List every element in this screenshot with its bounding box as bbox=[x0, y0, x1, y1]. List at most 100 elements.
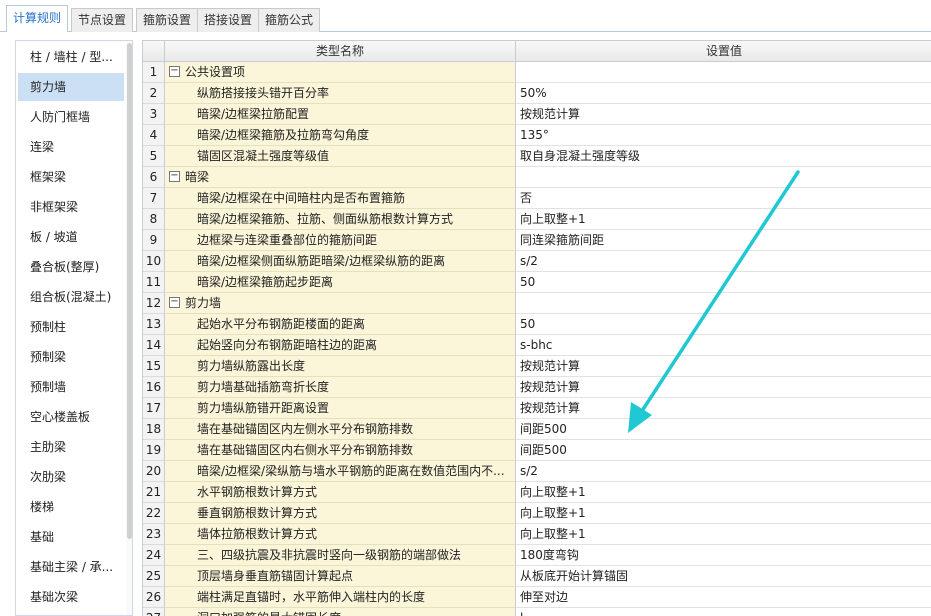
table-row[interactable]: 17 剪力墙纵筋错开距离设置 按规范计算 bbox=[143, 398, 931, 419]
table-row[interactable]: 19 墙在基础锚固区内右侧水平分布钢筋排数 间距500 bbox=[143, 440, 931, 461]
type-name-cell: 起始竖向分布钢筋距暗柱边的距离 bbox=[165, 335, 516, 356]
sidebar-item[interactable]: 基础主梁 / 承... bbox=[18, 553, 124, 581]
setting-value-cell[interactable]: 同连梁箍筋间距 bbox=[516, 230, 931, 251]
setting-value-cell[interactable]: s-bhc bbox=[516, 335, 931, 356]
setting-value-cell[interactable]: 按规范计算 bbox=[516, 377, 931, 398]
table-row[interactable]: 10 暗梁/边框梁侧面纵筋距暗梁/边框梁纵筋的距离 s/2 bbox=[143, 251, 931, 272]
setting-value-cell[interactable]: 按规范计算 bbox=[516, 356, 931, 377]
sidebar-item[interactable]: 预制梁 bbox=[18, 343, 124, 371]
setting-value-cell[interactable]: s/2 bbox=[516, 251, 931, 272]
table-row[interactable]: 9 边框梁与连梁重叠部位的箍筋间距 同连梁箍筋间距 bbox=[143, 230, 931, 251]
setting-value-cell[interactable]: 向上取整+1 bbox=[516, 524, 931, 545]
table-row[interactable]: 14 起始竖向分布钢筋距暗柱边的距离 s-bhc bbox=[143, 335, 931, 356]
sidebar-scrollbar-thumb[interactable] bbox=[127, 43, 132, 539]
setting-value-cell[interactable]: 50% bbox=[516, 83, 931, 104]
sidebar-item[interactable]: 剪力墙 bbox=[18, 73, 124, 101]
header-type-name[interactable]: 类型名称 bbox=[165, 41, 516, 61]
sidebar-item[interactable]: 基础次梁 bbox=[18, 583, 124, 611]
table-row[interactable]: 18 墙在基础锚固区内左侧水平分布钢筋排数 间距500 bbox=[143, 419, 931, 440]
table-row[interactable]: 3 暗梁/边框梁拉筋配置 按规范计算 bbox=[143, 104, 931, 125]
tab-stirrup-formula[interactable]: 箍筋公式 bbox=[258, 8, 321, 32]
table-row[interactable]: 7 暗梁/边框梁在中间暗柱内是否布置箍筋 否 bbox=[143, 188, 931, 209]
collapse-toggle-icon[interactable]: − bbox=[169, 66, 180, 77]
sidebar-item[interactable]: 人防门框墙 bbox=[18, 103, 124, 131]
table-row[interactable]: 4 暗梁/边框梁箍筋及拉筋弯勾角度 135° bbox=[143, 125, 931, 146]
sidebar-item[interactable]: 框架梁 bbox=[18, 163, 124, 191]
sidebar-item[interactable]: 次肋梁 bbox=[18, 463, 124, 491]
setting-value-cell[interactable]: 否 bbox=[516, 188, 931, 209]
tab-calculation-rules[interactable]: 计算规则 bbox=[6, 5, 69, 32]
setting-value-cell[interactable]: 向上取整+1 bbox=[516, 482, 931, 503]
sidebar-item[interactable]: 预制柱 bbox=[18, 313, 124, 341]
type-name-text: 纵筋搭接接头错开百分率 bbox=[197, 86, 330, 100]
sidebar-item[interactable]: 空心楼盖板 bbox=[18, 403, 124, 431]
setting-value-cell[interactable]: 取自身混凝土强度等级 bbox=[516, 146, 931, 167]
group-row[interactable]: 12− 剪力墙 bbox=[143, 293, 931, 314]
collapse-toggle-icon[interactable]: − bbox=[169, 171, 180, 182]
setting-value-cell[interactable]: 向上取整+1 bbox=[516, 209, 931, 230]
type-name-cell: 墙在基础锚固区内左侧水平分布钢筋排数 bbox=[165, 419, 516, 440]
sidebar-item[interactable]: 预制墙 bbox=[18, 373, 124, 401]
setting-value-cell[interactable]: 135° bbox=[516, 125, 931, 146]
type-name-cell: 暗梁/边框梁拉筋配置 bbox=[165, 104, 516, 125]
type-name-text: 水平钢筋根数计算方式 bbox=[197, 485, 318, 499]
table-row[interactable]: 2 纵筋搭接接头错开百分率 50% bbox=[143, 83, 931, 104]
row-number: 3 bbox=[143, 104, 165, 125]
row-number: 21 bbox=[143, 482, 165, 503]
table-row[interactable]: 13 起始水平分布钢筋距楼面的距离 50 bbox=[143, 314, 931, 335]
setting-value-cell[interactable]: 按规范计算 bbox=[516, 104, 931, 125]
sidebar-item[interactable]: 叠合板(整厚) bbox=[18, 253, 124, 281]
table-row[interactable]: 5 锚固区混凝土强度等级值 取自身混凝土强度等级 bbox=[143, 146, 931, 167]
group-row[interactable]: 1− 公共设置项 bbox=[143, 62, 931, 83]
setting-value-cell[interactable]: l bbox=[516, 608, 931, 616]
table-row[interactable]: 22 垂直钢筋根数计算方式 向上取整+1 bbox=[143, 503, 931, 524]
table-row[interactable]: 21 水平钢筋根数计算方式 向上取整+1 bbox=[143, 482, 931, 503]
table-row[interactable]: 15 剪力墙纵筋露出长度 按规范计算 bbox=[143, 356, 931, 377]
tab-node-settings[interactable]: 节点设置 bbox=[71, 8, 134, 32]
table-row[interactable]: 20 暗梁/边框梁/梁纵筋与墙水平钢筋的距离在数值范围内不... s/2 bbox=[143, 461, 931, 482]
table-row[interactable]: 23 墙体拉筋根数计算方式 向上取整+1 bbox=[143, 524, 931, 545]
component-type-list[interactable]: 柱 / 墙柱 / 型... 剪力墙 人防门框墙 连梁 框架梁 非框架梁板 / 坡道 叠合板(… bbox=[15, 40, 133, 616]
sidebar-item[interactable]: 组合板(混凝土) bbox=[18, 283, 124, 311]
setting-value-cell[interactable]: 按规范计算 bbox=[516, 398, 931, 419]
table-row[interactable]: 25 顶层墙身垂直筋锚固计算起点 从板底开始计算锚固 bbox=[143, 566, 931, 587]
type-name-cell: 边框梁与连梁重叠部位的箍筋间距 bbox=[165, 230, 516, 251]
sidebar-item[interactable]: 主肋梁 bbox=[18, 433, 124, 461]
sidebar-item[interactable]: 楼梯 bbox=[18, 493, 124, 521]
row-number: 1 bbox=[143, 62, 165, 83]
table-row[interactable]: 8 暗梁/边框梁箍筋、拉筋、侧面纵筋根数计算方式 向上取整+1 bbox=[143, 209, 931, 230]
sidebar-item[interactable]: 连梁 bbox=[18, 133, 124, 161]
setting-value-cell[interactable]: 180度弯钩 bbox=[516, 545, 931, 566]
setting-value-cell[interactable]: 从板底开始计算锚固 bbox=[516, 566, 931, 587]
table-row[interactable]: 16 剪力墙基础插筋弯折长度 按规范计算 bbox=[143, 377, 931, 398]
type-name-text: 剪力墙基础插筋弯折长度 bbox=[197, 380, 330, 394]
table-row[interactable]: 24 三、四级抗震及非抗震时竖向一级钢筋的端部做法 180度弯钩 bbox=[143, 545, 931, 566]
tab-stirrup-settings[interactable]: 箍筋设置 bbox=[136, 8, 199, 32]
header-setting-value[interactable]: 设置值 bbox=[516, 41, 931, 61]
setting-value-cell[interactable] bbox=[516, 167, 931, 188]
setting-value-cell[interactable]: 50 bbox=[516, 272, 931, 293]
table-row[interactable]: 26 端柱满足直锚时，水平筋伸入端柱内的长度 伸至对边 bbox=[143, 587, 931, 608]
type-name-cell: 垂直钢筋根数计算方式 bbox=[165, 503, 516, 524]
setting-value-cell[interactable] bbox=[516, 62, 931, 83]
sidebar-item[interactable]: 基础 bbox=[18, 523, 124, 551]
sidebar-item[interactable]: 非框架梁 bbox=[18, 193, 124, 221]
row-number: 2 bbox=[143, 83, 165, 104]
collapse-toggle-icon[interactable]: − bbox=[169, 297, 180, 308]
setting-value-cell[interactable]: 伸至对边 bbox=[516, 587, 931, 608]
setting-value-cell[interactable]: s/2 bbox=[516, 461, 931, 482]
setting-value-cell[interactable]: 50 bbox=[516, 314, 931, 335]
tab-lap-settings[interactable]: 搭接设置 bbox=[197, 8, 260, 32]
table-row[interactable]: 27 洞口加强筋的最大锚固长度 l bbox=[143, 608, 931, 616]
sidebar-item[interactable]: 板 / 坡道 bbox=[18, 223, 124, 251]
type-name-text: 暗梁/边框梁箍筋、拉筋、侧面纵筋根数计算方式 bbox=[197, 212, 454, 226]
setting-value-cell[interactable] bbox=[516, 293, 931, 314]
table-row[interactable]: 11 暗梁/边框梁箍筋起步距离 50 bbox=[143, 272, 931, 293]
sidebar-item[interactable]: 柱 / 墙柱 / 型... bbox=[18, 43, 124, 71]
row-number: 13 bbox=[143, 314, 165, 335]
type-name-cell: 暗梁/边框梁侧面纵筋距暗梁/边框梁纵筋的距离 bbox=[165, 251, 516, 272]
setting-value-cell[interactable]: 间距500 bbox=[516, 419, 931, 440]
group-row[interactable]: 6− 暗梁 bbox=[143, 167, 931, 188]
setting-value-cell[interactable]: 间距500 bbox=[516, 440, 931, 461]
setting-value-cell[interactable]: 向上取整+1 bbox=[516, 503, 931, 524]
